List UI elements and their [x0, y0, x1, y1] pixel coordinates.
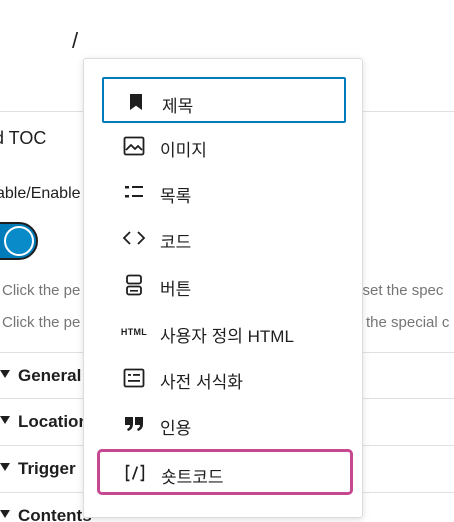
inserter-item-label: 버튼 [160, 280, 192, 299]
section-label: Trigger [18, 459, 76, 478]
inserter-item-label: 이미지 [160, 141, 207, 160]
code-icon [122, 226, 146, 250]
inserter-item-label: 목록 [160, 187, 192, 206]
inserter-item-label: 코드 [160, 233, 192, 252]
caret-down-icon [0, 510, 10, 518]
enable-toggle-label: able/Enable [0, 185, 81, 202]
inserter-item-code[interactable]: 코드 [102, 215, 346, 261]
section-label: General [18, 366, 82, 385]
inserter-item-custom-html[interactable]: HTML 사용자 정의 HTML [102, 309, 346, 355]
help-text-2-tail: the special c [366, 314, 450, 331]
html-icon-text: HTML [120, 327, 148, 337]
inserter-item-label: 숏트코드 [161, 468, 224, 487]
panel-title: d TOC [0, 128, 47, 148]
inserter-item-list[interactable]: 목록 [102, 169, 346, 215]
inserter-item-shortcode[interactable]: 숏트코드 [97, 449, 353, 495]
classic-icon [122, 366, 146, 390]
inserter-item-button[interactable]: 버튼 [102, 262, 346, 308]
help-text-1-tail: n set the spec [350, 282, 444, 299]
inserter-item-image[interactable]: 이미지 [102, 123, 346, 169]
bookmark-icon [124, 90, 148, 114]
shortcode-icon [123, 461, 147, 485]
list-icon [122, 180, 146, 204]
caret-down-icon [0, 463, 10, 471]
inserter-item-label: 사전 서식화 [160, 373, 243, 392]
block-inserter-popover: 제목 이미지 목록 코드 버튼 HTML 사용자 정의 HTML 사전 서식화 … [83, 58, 363, 518]
section-label: Location [18, 412, 89, 431]
caret-down-icon [0, 416, 10, 424]
inserter-item-label: 사용자 정의 HTML [160, 327, 294, 346]
section-label: Contents [18, 506, 92, 522]
inserter-item-label: 제목 [162, 97, 194, 116]
html-icon: HTML [120, 320, 148, 344]
button-icon [122, 273, 146, 297]
image-icon [122, 134, 146, 158]
toggle-knob [4, 226, 34, 256]
inserter-item-preformatted[interactable]: 사전 서식화 [102, 355, 346, 401]
enable-toggle[interactable] [0, 222, 38, 260]
inserter-item-quote[interactable]: 인용 [102, 401, 346, 447]
help-text-1: Click the pe [2, 282, 81, 299]
help-text-2: Click the pe [2, 314, 81, 331]
inserter-item-label: 인용 [160, 419, 192, 438]
editor-stage: / d TOC able/Enable Click the pe n set t… [0, 0, 454, 522]
slash-command-text[interactable]: / [72, 28, 78, 54]
inserter-item-heading[interactable]: 제목 [102, 77, 346, 123]
quote-icon [122, 412, 146, 436]
caret-down-icon [0, 370, 10, 378]
